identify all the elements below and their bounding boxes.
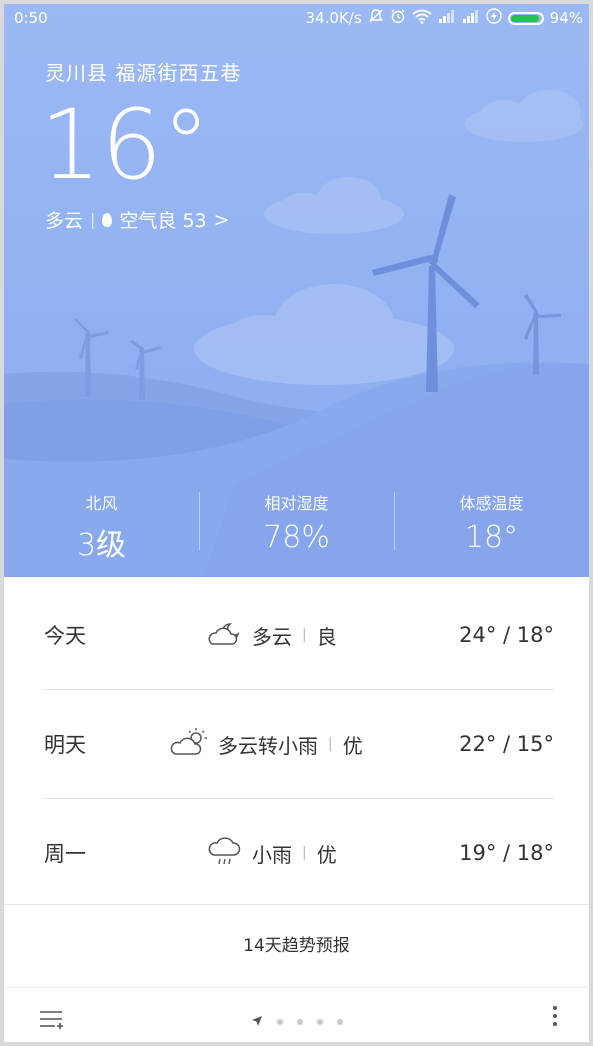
stat-value: 18° (464, 520, 519, 555)
air-quality-label: 空气良 53 (119, 210, 207, 232)
stat-value: 3级 (76, 528, 127, 563)
forecast-separator: | (328, 736, 333, 752)
network-speed: 34.0K/s (305, 9, 362, 27)
bottom-bar (4, 988, 589, 1042)
wifi-icon (412, 9, 432, 28)
forecast-condition-group: 多云转小雨 | 优 (170, 727, 363, 762)
weather-stats: 北风 3级 相对湿度 78% 体感温度 18° (4, 486, 589, 566)
page-indicator (251, 1012, 343, 1031)
forecast-condition-group: 小雨 | 优 (208, 835, 337, 872)
rain-icon (208, 835, 244, 872)
battery-percent: 94% (549, 9, 583, 27)
app-screen: 0:50 34.0K/s 94% 灵川县 福源街西五巷 16° 多云 | 空气良… (4, 4, 589, 1042)
status-time: 0:50 (14, 9, 48, 27)
signal-icon (462, 9, 480, 27)
signal-icon (438, 9, 456, 27)
forecast-temp-range: 24° / 18° (459, 623, 554, 647)
forecast-row[interactable]: 明天 多云转小雨 | 优 22° / 15° (44, 690, 554, 799)
status-bar: 0:50 34.0K/s 94% (4, 4, 589, 32)
forecast-air-quality: 优 (342, 733, 363, 758)
forecast-condition: 多云转小雨 (218, 733, 318, 758)
trend-forecast-button[interactable]: 14天趋势预报 (4, 919, 589, 973)
forecast-separator: | (302, 845, 307, 861)
air-quality-icon (102, 212, 113, 227)
stat-humidity: 相对湿度 78% (199, 486, 394, 566)
forecast-row[interactable]: 今天 多云 | 良 24° / 18° (44, 581, 554, 690)
battery-icon (507, 11, 544, 25)
forecast-separator: | (302, 627, 307, 643)
stat-value: 78% (263, 520, 330, 555)
forecast-condition: 多云 (252, 624, 292, 649)
stat-wind: 北风 3级 (4, 486, 199, 566)
current-summary[interactable]: 多云 | 空气良 53 > (45, 206, 230, 233)
page-dot (337, 1018, 343, 1025)
forecast-temp-range: 19° / 18° (459, 841, 554, 865)
forecast-day: 今天 (44, 624, 86, 648)
partly-cloudy-icon (170, 727, 210, 762)
forecast-condition: 小雨 (252, 842, 292, 867)
daily-forecast: 今天 多云 | 良 24° / 18° 明天 多云转小雨 | 优 22° / 1… (44, 581, 554, 907)
alarm-icon (390, 8, 406, 28)
stat-label: 体感温度 (459, 494, 524, 513)
divider (4, 904, 589, 905)
current-temperature: 16° (40, 89, 211, 201)
forecast-condition-group: 多云 | 良 (204, 618, 337, 653)
weather-hero: 0:50 34.0K/s 94% 灵川县 福源街西五巷 16° 多云 | 空气良… (4, 4, 589, 577)
forecast-day: 明天 (44, 733, 86, 757)
forecast-row[interactable]: 周一 小雨 | 优 19° / 18° (44, 799, 554, 907)
page-dot (277, 1018, 283, 1025)
stat-label: 北风 (85, 494, 118, 513)
mute-icon (368, 8, 384, 28)
more-icon[interactable] (552, 1006, 558, 1032)
stat-feels-like: 体感温度 18° (394, 486, 589, 566)
charging-icon (485, 8, 502, 28)
forecast-air-quality: 良 (316, 624, 337, 649)
status-icons: 34.0K/s 94% (306, 8, 583, 28)
forecast-day: 周一 (44, 842, 86, 866)
location-title[interactable]: 灵川县 福源街西五巷 (45, 57, 241, 86)
page-dot (297, 1018, 303, 1025)
page-dot (317, 1018, 323, 1025)
stat-label: 相对湿度 (264, 494, 329, 513)
current-condition: 多云 (45, 210, 84, 232)
location-arrow-icon (251, 1012, 263, 1031)
city-list-icon[interactable] (40, 1010, 66, 1030)
chevron-right-icon: > (213, 208, 230, 231)
cloudy-night-icon (204, 618, 244, 653)
summary-separator: | (90, 210, 96, 229)
forecast-air-quality: 优 (316, 842, 337, 867)
forecast-temp-range: 22° / 15° (459, 732, 554, 756)
